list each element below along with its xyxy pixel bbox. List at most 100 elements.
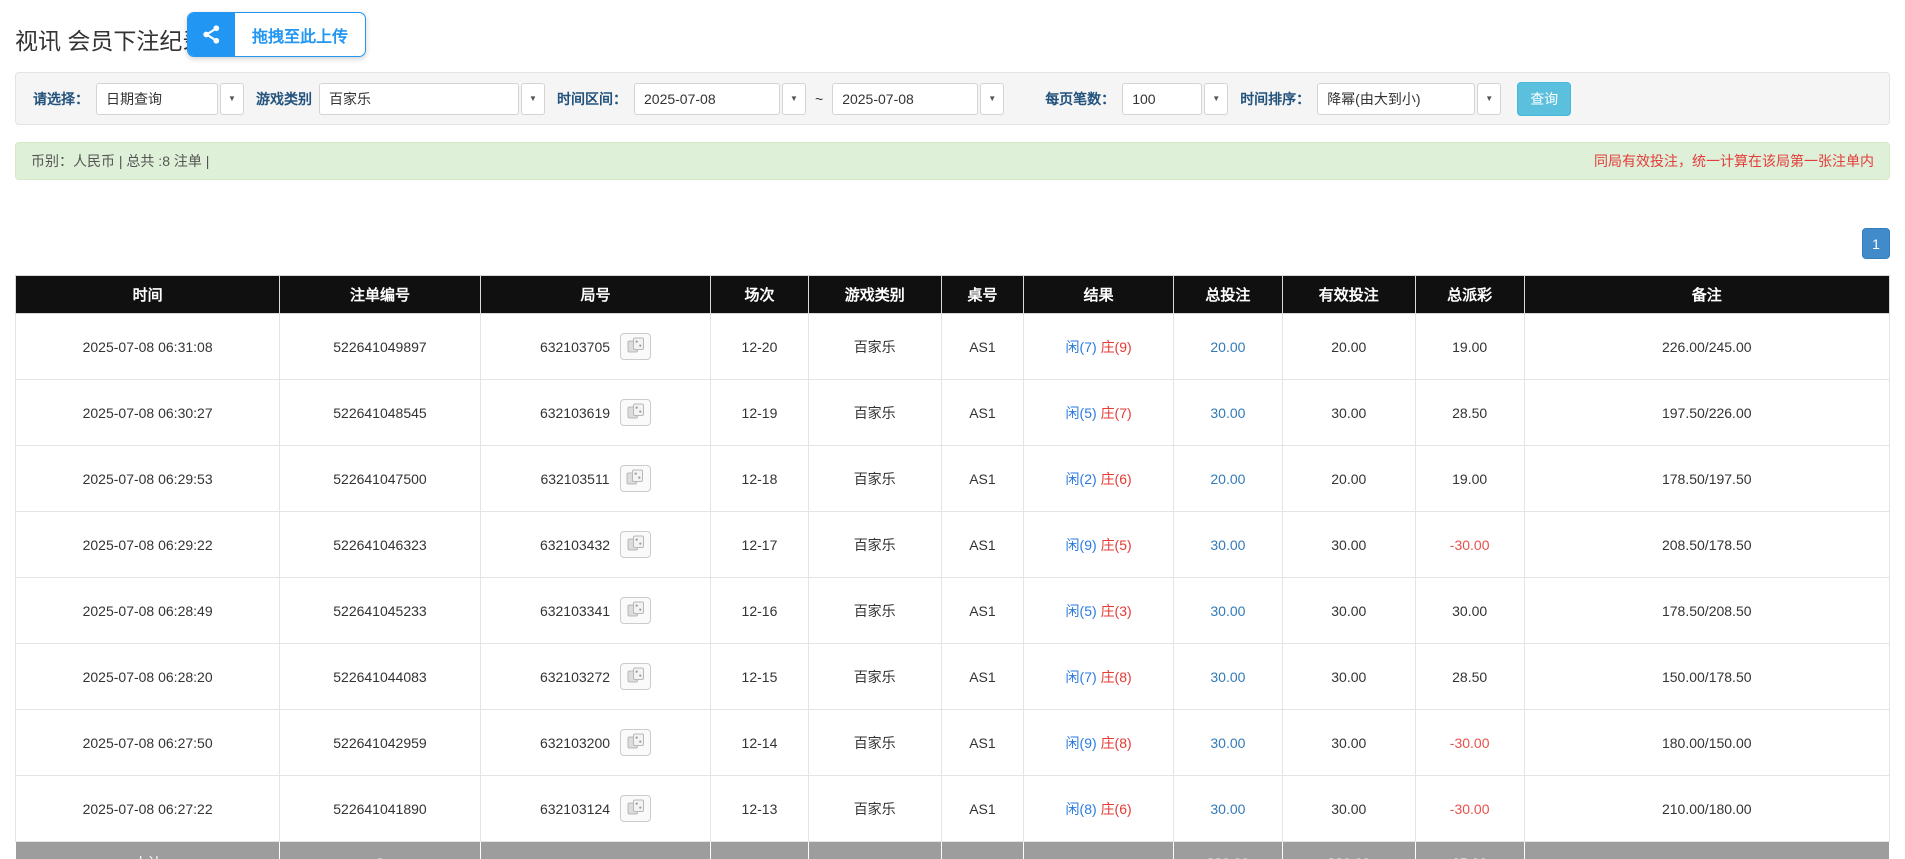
cell-note: 226.00/245.00 [1524, 314, 1890, 380]
date-range-label: 时间区间： [557, 89, 627, 109]
upload-dropzone[interactable]: 拖拽至此上传 [187, 12, 366, 57]
pagination-page-button[interactable]: 1 [1862, 228, 1890, 259]
cell-total-bet: 30.00 [1174, 776, 1283, 842]
cards-icon [627, 601, 645, 620]
result-player: 闲(5) [1066, 603, 1097, 619]
pagination-top: 1 [15, 228, 1890, 259]
column-header-8: 有效投注 [1282, 276, 1415, 314]
total-bet-link[interactable]: 30.00 [1210, 669, 1245, 685]
date-to-input[interactable] [832, 83, 978, 115]
cell-round-id: 632103619 [480, 380, 711, 446]
view-round-cards-button[interactable] [620, 333, 651, 360]
column-header-6: 结果 [1024, 276, 1174, 314]
column-header-5: 桌号 [941, 276, 1023, 314]
table-row: 2025-07-08 06:29:53522641047500632103511… [16, 446, 1890, 512]
summary-row: 小计8220.00220.0035.00 [16, 842, 1890, 859]
sort-input[interactable] [1317, 83, 1475, 115]
round-number: 632103705 [540, 339, 610, 355]
result-player: 闲(8) [1066, 801, 1097, 817]
cell-total-bet: 30.00 [1174, 710, 1283, 776]
cell-bet-id: 522641045233 [280, 578, 481, 644]
payout-value: 28.50 [1452, 405, 1487, 421]
game-type-label: 游戏类别 [256, 89, 312, 109]
cards-icon [627, 403, 645, 422]
cell-table-no: AS1 [941, 578, 1023, 644]
chevron-down-icon[interactable]: ▼ [521, 83, 545, 115]
total-bet-link[interactable]: 30.00 [1210, 405, 1245, 421]
cell-session: 12-13 [711, 776, 808, 842]
cell-game-type: 百家乐 [808, 776, 941, 842]
cell-session: 12-17 [711, 512, 808, 578]
view-round-cards-button[interactable] [620, 399, 651, 426]
view-round-cards-button[interactable] [620, 597, 651, 624]
page-size-input[interactable] [1122, 83, 1202, 115]
search-button[interactable]: 查询 [1517, 82, 1571, 116]
result-banker: 庄(6) [1101, 471, 1132, 487]
cell-time: 2025-07-08 06:28:49 [16, 578, 280, 644]
result-banker: 庄(8) [1101, 669, 1132, 685]
round-number: 632103619 [540, 405, 610, 421]
cell-round-id: 632103432 [480, 512, 711, 578]
cell-round-id: 632103124 [480, 776, 711, 842]
view-round-cards-button[interactable] [620, 531, 651, 558]
currency-summary-text: 币别：人民币 | 总共 :8 注单 | [31, 151, 209, 171]
chevron-down-icon[interactable]: ▼ [1477, 83, 1501, 115]
cell-result: 闲(8) 庄(6) [1024, 776, 1174, 842]
cell-result: 闲(5) 庄(7) [1024, 380, 1174, 446]
query-type-input[interactable] [96, 83, 218, 115]
total-bet-link[interactable]: 20.00 [1210, 471, 1245, 487]
table-body: 2025-07-08 06:31:08522641049897632103705… [16, 314, 1890, 842]
chevron-down-icon[interactable]: ▼ [980, 83, 1004, 115]
view-round-cards-button[interactable] [620, 663, 651, 690]
chevron-down-icon[interactable]: ▼ [782, 83, 806, 115]
view-round-cards-button[interactable] [620, 465, 651, 492]
page-size-label: 每页笔数： [1045, 89, 1115, 109]
summary-count: 8 [280, 842, 481, 859]
cell-note: 197.50/226.00 [1524, 380, 1890, 446]
betting-records-table: 时间注单编号局号场次游戏类别桌号结果总投注有效投注总派彩备注 2025-07-0… [15, 275, 1890, 859]
round-number: 632103432 [540, 537, 610, 553]
view-round-cards-button[interactable] [620, 795, 651, 822]
date-from-input[interactable] [634, 83, 780, 115]
view-round-cards-button[interactable] [620, 729, 651, 756]
round-number: 632103200 [540, 735, 610, 751]
column-header-9: 总派彩 [1415, 276, 1524, 314]
chevron-down-icon[interactable]: ▼ [1204, 83, 1228, 115]
cell-time: 2025-07-08 06:29:22 [16, 512, 280, 578]
summary-valid-bet: 220.00 [1282, 842, 1415, 859]
cell-bet-id: 522641048545 [280, 380, 481, 446]
result-player: 闲(2) [1066, 471, 1097, 487]
cell-valid-bet: 20.00 [1282, 446, 1415, 512]
game-type-input[interactable] [319, 83, 519, 115]
total-bet-link[interactable]: 30.00 [1210, 801, 1245, 817]
cell-table-no: AS1 [941, 776, 1023, 842]
result-player: 闲(9) [1066, 537, 1097, 553]
page-header: 视讯 会员下注纪录 拖拽至此上传 [15, 0, 1890, 72]
cell-payout: 19.00 [1415, 446, 1524, 512]
date-range-separator: ~ [815, 91, 823, 107]
chevron-down-icon[interactable]: ▼ [220, 83, 244, 115]
summary-label: 小计 [16, 842, 280, 859]
cell-valid-bet: 30.00 [1282, 512, 1415, 578]
total-bet-link[interactable]: 30.00 [1210, 537, 1245, 553]
round-number: 632103272 [540, 669, 610, 685]
result-player: 闲(7) [1066, 339, 1097, 355]
column-header-10: 备注 [1524, 276, 1890, 314]
cell-session: 12-15 [711, 644, 808, 710]
cell-payout: 28.50 [1415, 380, 1524, 446]
cell-round-id: 632103200 [480, 710, 711, 776]
table-row: 2025-07-08 06:28:20522641044083632103272… [16, 644, 1890, 710]
total-bet-link[interactable]: 30.00 [1210, 603, 1245, 619]
query-type-combo: ▼ [96, 83, 244, 115]
cards-icon [627, 337, 645, 356]
total-bet-link[interactable]: 20.00 [1210, 339, 1245, 355]
cell-payout: -30.00 [1415, 776, 1524, 842]
cell-bet-id: 522641046323 [280, 512, 481, 578]
sort-label: 时间排序： [1240, 89, 1310, 109]
cell-time: 2025-07-08 06:28:20 [16, 644, 280, 710]
total-bet-link[interactable]: 30.00 [1210, 735, 1245, 751]
cell-round-id: 632103341 [480, 578, 711, 644]
column-header-3: 场次 [711, 276, 808, 314]
round-number: 632103511 [540, 471, 609, 487]
cell-payout: 30.00 [1415, 578, 1524, 644]
